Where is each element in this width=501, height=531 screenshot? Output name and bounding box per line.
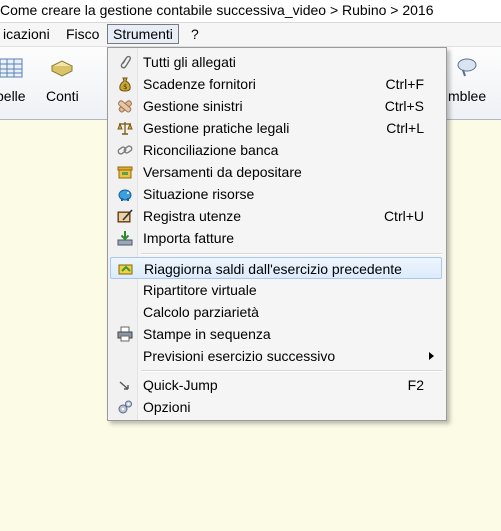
scales-icon	[117, 122, 133, 135]
ledger-icon	[51, 60, 74, 77]
menu-item-situazione-risorse[interactable]: Situazione risorse	[110, 183, 442, 205]
menu-item-previsioni-esercizio-successivo[interactable]: Previsioni esercizio successivo	[110, 345, 442, 367]
toolbar-label: pelle	[0, 88, 26, 104]
menu-separator	[141, 253, 442, 255]
toolbar-label: Conti	[46, 88, 79, 104]
menu-item-importa-fatture[interactable]: Importa fatture	[110, 227, 442, 249]
menu-strumenti[interactable]: Strumenti	[107, 24, 179, 44]
menu-item-label: Previsioni esercizio successivo	[143, 348, 336, 364]
menu-item-stampe-in-sequenza[interactable]: Stampe in sequenza	[110, 323, 442, 345]
menu-item-gestione-sinistri[interactable]: Gestione sinistri Ctrl+S	[110, 95, 442, 117]
menu-item-label: Gestione pratiche legali	[143, 120, 290, 136]
menu-item-label: Opzioni	[143, 399, 191, 415]
jump-arrow-icon	[119, 381, 129, 390]
window-title: Come creare la gestione contabile succes…	[0, 2, 434, 18]
menu-item-label: Situazione risorse	[143, 186, 255, 202]
bandage-icon	[118, 100, 132, 113]
menu-item-scadenze-fornitori[interactable]: $ Scadenze fornitori Ctrl+F	[110, 73, 442, 95]
toolbar-button-assemblee[interactable]: mblee	[448, 57, 486, 104]
piggy-bank-icon	[118, 189, 132, 201]
menu-item-label: Gestione sinistri	[143, 98, 243, 114]
table-icon	[0, 58, 23, 78]
import-icon	[117, 231, 133, 246]
gears-icon	[118, 400, 132, 414]
menu-item-label: Riconciliazione banca	[143, 142, 279, 158]
toolbar-label: mblee	[448, 88, 487, 104]
menu-item-ripartitore-virtuale[interactable]: Ripartitore virtuale	[110, 279, 442, 301]
menu-item-label: Registra utenze	[143, 208, 242, 224]
menu-item-label: Importa fatture	[143, 230, 235, 246]
menu-item-opzioni[interactable]: Opzioni	[110, 396, 442, 418]
menu-item-shortcut: Ctrl+L	[386, 120, 424, 136]
menu-applicazioni[interactable]: icazioni	[0, 26, 53, 42]
menu-fisco[interactable]: Fisco	[63, 26, 102, 42]
menu-separator	[141, 370, 442, 372]
menu-bar: icazioni Fisco Strumenti ?	[0, 23, 501, 47]
menu-item-label: Riaggiorna saldi dall'esercizio preceden…	[144, 261, 402, 277]
refresh-balance-icon	[118, 264, 133, 275]
svg-text:$: $	[123, 83, 127, 91]
menu-item-calcolo-parziarieta[interactable]: Calcolo parziarietà	[110, 301, 442, 323]
box-icon	[117, 166, 133, 179]
paperclip-icon	[120, 55, 132, 69]
title-bar: Come creare la gestione contabile succes…	[0, 0, 501, 23]
money-bag-icon: $	[119, 77, 131, 92]
menu-item-label: Calcolo parziarietà	[143, 304, 259, 320]
menu-item-riconciliazione-banca[interactable]: Riconciliazione banca	[110, 139, 442, 161]
menu-item-gestione-pratiche-legali[interactable]: Gestione pratiche legali Ctrl+L	[110, 117, 442, 139]
menu-item-shortcut: F2	[407, 377, 424, 393]
menu-item-label: Tutti gli allegati	[143, 54, 236, 70]
menu-item-label: Stampe in sequenza	[143, 326, 271, 342]
printer-icon	[117, 326, 133, 342]
menu-item-shortcut: Ctrl+U	[383, 208, 424, 224]
menu-item-versamenti-da-depositare[interactable]: Versamenti da depositare	[110, 161, 442, 183]
toolbar-button-tabelle[interactable]: pelle	[0, 57, 26, 104]
menu-item-tutti-gli-allegati[interactable]: Tutti gli allegati	[110, 51, 442, 73]
toolbar-button-conti[interactable]: Conti	[46, 57, 79, 104]
link-icon	[117, 145, 133, 155]
book-pen-icon	[117, 209, 133, 223]
strumenti-dropdown-menu: Tutti gli allegati $ Scadenze fornitori …	[107, 47, 447, 421]
menu-item-riaggiorna-saldi[interactable]: Riaggiorna saldi dall'esercizio preceden…	[110, 257, 442, 279]
menu-item-label: Versamenti da depositare	[143, 164, 302, 180]
menu-help[interactable]: ?	[188, 26, 202, 42]
menu-item-quick-jump[interactable]: Quick-Jump F2	[110, 374, 442, 396]
menu-item-label: Scadenze fornitori	[143, 76, 256, 92]
menu-item-registra-utenze[interactable]: Registra utenze Ctrl+U	[110, 205, 442, 227]
menu-item-shortcut: Ctrl+S	[384, 98, 424, 114]
menu-item-label: Quick-Jump	[143, 377, 218, 393]
meeting-icon	[457, 58, 477, 77]
menu-item-shortcut: Ctrl+F	[385, 76, 425, 92]
menu-item-label: Ripartitore virtuale	[143, 282, 257, 298]
submenu-arrow-icon	[429, 352, 434, 360]
